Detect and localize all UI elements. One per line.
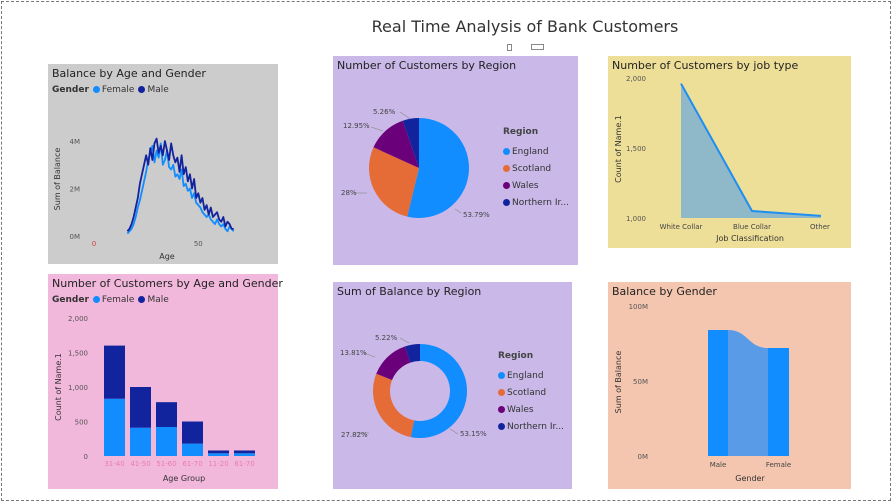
x-axis-label: Gender [735, 474, 765, 483]
bar-male [104, 345, 125, 399]
y-axis-label: Count of Name.1 [54, 353, 63, 421]
data-label: 53.15% [460, 430, 487, 438]
bar-female [130, 427, 151, 456]
x-tick-label: 51-60 [156, 460, 176, 468]
x-tick-label: 50 [194, 240, 203, 248]
slice-wales [376, 346, 411, 381]
bar-female [208, 453, 229, 456]
legend-item-wales: Wales [503, 177, 569, 194]
y-tick-label: 2,000 [68, 315, 88, 323]
x-tick-label: 61-70 [182, 460, 202, 468]
y-tick-label: 4M [70, 138, 81, 146]
x-tick-label: 0 [92, 240, 96, 248]
legend-item-scotland: Scotland [498, 384, 564, 401]
bar-male [708, 330, 728, 456]
stacked-bar-chart: 0 500 1,000 1,500 2,000 31-40 41-50 51-60 61-70 1… [54, 315, 255, 483]
area-chart: 1,000 1,500 2,000 White Collar Blue Collar Ot… [614, 75, 830, 243]
y-tick-label: 500 [75, 419, 88, 427]
balance-by-gender-visual[interactable]: Balance by Gender 0M 50M 100M Male Female Gen… [608, 282, 851, 489]
bar-male [130, 387, 151, 428]
filter-icon[interactable] [507, 44, 512, 51]
legend-item-wales: Wales [498, 401, 564, 418]
data-label-leader [370, 126, 384, 132]
bar-female [156, 427, 177, 456]
page-title: Real Time Analysis of Bank Customers [371, 17, 679, 36]
x-tick-label: 61-70 [234, 460, 254, 468]
bar-male [208, 450, 229, 454]
y-tick-label: 0M [638, 453, 649, 461]
balance-by-age-gender-visual[interactable]: Balance by Age and Gender Gender Female … [48, 64, 278, 264]
legend-title: Region [498, 351, 534, 361]
y-tick-label: 2M [70, 186, 81, 194]
legend-item-england: England [498, 367, 564, 384]
data-label: 28% [341, 189, 357, 197]
chart-legend: Region England Scotland Wales Northern I… [503, 127, 569, 211]
y-tick-label: 1,500 [626, 145, 646, 153]
customers-by-age-gender-visual[interactable]: Number of Customers by Age and Gender Ge… [48, 274, 283, 489]
data-label: 5.26% [373, 108, 396, 116]
x-axis-label: Age Group [163, 474, 205, 483]
x-tick-label: 31-40 [104, 460, 124, 468]
ribbon-connector [728, 330, 768, 456]
bar-male [234, 450, 255, 454]
y-tick-label: 0M [70, 233, 81, 241]
area-fill [681, 83, 821, 218]
y-tick-label: 1,500 [68, 350, 88, 358]
bar-female [182, 443, 203, 456]
data-label-leader [454, 208, 462, 214]
x-axis-label: Job Classification [715, 234, 784, 243]
ribbon-bar-chart: 0M 50M 100M Male FemaleGender Sum of Balance [614, 303, 791, 483]
bar-male [156, 402, 177, 428]
focus-mode-icon[interactable] [531, 44, 544, 50]
x-tick-label: White Collar [660, 223, 703, 231]
legend-item-scotland: Scotland [503, 160, 569, 177]
x-tick-label: Other [810, 223, 830, 231]
line-chart: 0M 2M 4M 0 50 Age Sum of Balance [53, 137, 235, 261]
y-tick-label: 2,000 [626, 75, 646, 83]
x-tick-label: Female [766, 461, 791, 469]
chart-legend: Region England Scotland Wales Northern I… [498, 351, 564, 435]
y-tick-label: 1,000 [68, 384, 88, 392]
y-tick-label: 50M [633, 378, 648, 386]
bar-female [768, 348, 789, 456]
customers-by-job-visual[interactable]: Number of Customers by job type 1,000 1,5… [608, 56, 851, 248]
data-label: 5.22% [375, 334, 398, 342]
legend-item-england: England [503, 143, 569, 160]
data-label: 12.95% [343, 122, 370, 130]
y-axis-label: Count of Name.1 [614, 115, 623, 183]
x-tick-label: 41-50 [130, 460, 150, 468]
data-label-leader [399, 111, 410, 119]
slice-scotland [373, 373, 415, 438]
x-tick-label: 11-20 [208, 460, 228, 468]
data-label: 27.82% [341, 431, 368, 439]
data-label-leader [399, 337, 410, 344]
data-label: 53.79% [463, 211, 490, 219]
x-tick-label: Male [710, 461, 727, 469]
legend-title: Region [503, 127, 539, 137]
legend-item-northern-ireland: Northern Ir... [498, 418, 564, 435]
y-axis-label: Sum of Balance [614, 351, 623, 414]
bar-female [104, 398, 125, 456]
bar-male [182, 421, 203, 444]
legend-item-northern-ireland: Northern Ir... [503, 194, 569, 211]
customers-by-region-visual[interactable]: Number of Customers by Region 53.79% 28% 1… [333, 56, 578, 265]
data-label-leader [449, 428, 459, 435]
data-label: 13.81% [340, 349, 367, 357]
y-tick-label: 0 [84, 453, 88, 461]
x-tick-label: Blue Collar [733, 223, 771, 231]
y-tick-label: 1,000 [626, 215, 646, 223]
bar-female [234, 453, 255, 456]
balance-by-region-visual[interactable]: Sum of Balance by Region 53.15% 27.82% 13.… [333, 282, 572, 489]
y-tick-label: 100M [629, 303, 648, 311]
y-axis-label: Sum of Balance [53, 148, 62, 211]
x-axis-label: Age [159, 252, 175, 261]
